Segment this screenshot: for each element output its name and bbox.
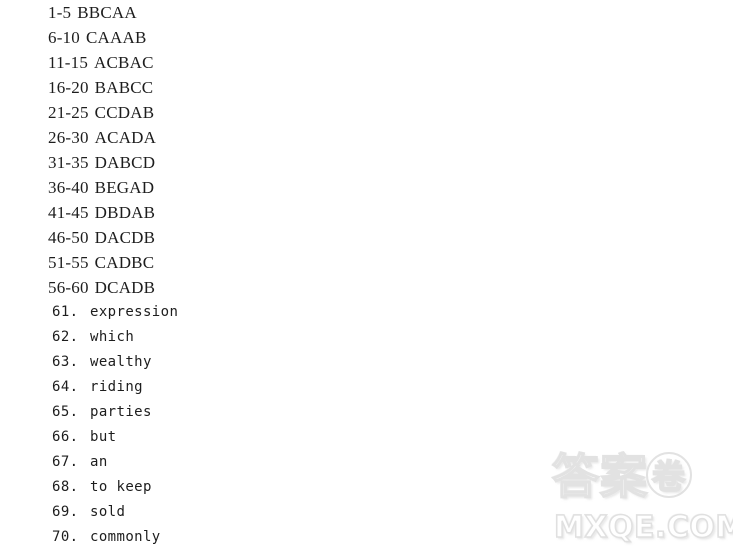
answer-range-letters: ACADA [94,128,157,147]
answer-word-number: 61. [52,304,79,320]
answer-word-number: 70. [52,529,79,545]
answer-row-choice: 51-55 CADBC [48,250,178,275]
watermark-domain-text: MXQE.COM [553,509,733,546]
answer-row-choice: 56-60 DCADB [48,275,178,300]
answer-range-label: 56-60 [48,278,89,297]
answer-row-word: 61. expression [48,300,178,325]
answer-range-letters: ACBAC [94,53,154,72]
answer-range-label: 31-35 [48,153,89,172]
answer-sheet-page: 1-5 BBCAA 6-10 CAAAB 11-15 ACBAC 16-20 BABCC 21-… [0,0,733,560]
watermark-cjk-text: 答案卷 [551,450,692,505]
answer-word-text: to keep [90,479,152,495]
answer-list: 1-5 BBCAA 6-10 CAAAB 11-15 ACBAC 16-20 BABCC 21-… [48,0,178,550]
answer-range-label: 36-40 [48,178,89,197]
answer-range-letters: CCDAB [94,103,155,122]
answer-row-choice: 41-45 DBDAB [48,200,178,225]
answer-range-label: 6-10 [48,28,80,47]
answer-row-word: 62. which [48,325,178,350]
answer-row-word: 70. commonly [48,525,178,550]
answer-range-letters: DCADB [94,278,156,297]
answer-word-number: 67. [52,454,79,470]
answer-row-choice: 16-20 BABCC [48,75,178,100]
answer-row-choice: 46-50 DACDB [48,225,178,250]
answer-word-text: but [90,429,117,445]
answer-range-label: 46-50 [48,228,89,247]
answer-range-label: 1-5 [48,3,72,22]
answer-row-word: 67. an [48,450,178,475]
answer-range-letters: BBCAA [77,3,137,22]
answer-range-label: 16-20 [48,78,89,97]
answer-word-text: wealthy [90,354,152,370]
answer-row-choice: 6-10 CAAAB [48,25,178,50]
answer-row-choice: 26-30 ACADA [48,125,178,150]
answer-row-choice: 31-35 DABCD [48,150,178,175]
answer-row-choice: 1-5 BBCAA [48,0,178,25]
answer-word-text: which [90,329,135,345]
answer-word-number: 66. [52,429,79,445]
answer-word-number: 69. [52,504,79,520]
answer-word-number: 65. [52,404,79,420]
answer-range-label: 26-30 [48,128,89,147]
answer-row-word: 63. wealthy [48,350,178,375]
answer-range-label: 11-15 [48,53,89,72]
answer-row-choice: 36-40 BEGAD [48,175,178,200]
answer-word-text: riding [90,379,143,395]
answer-word-number: 62. [52,329,79,345]
answer-word-text: expression [90,304,179,320]
answer-word-number: 64. [52,379,79,395]
answer-range-label: 51-55 [48,253,89,272]
site-watermark: 答案卷 MXQE.COM [548,450,733,560]
watermark-cjk-chars: 答案 [551,450,648,505]
answer-row-word: 66. but [48,425,178,450]
answer-row-choice: 11-15 ACBAC [48,50,178,75]
answer-range-letters: DACDB [94,228,156,247]
answer-range-letters: CAAAB [85,28,147,47]
answer-word-number: 68. [52,479,79,495]
answer-word-number: 63. [52,354,79,370]
answer-word-text: sold [90,504,126,520]
answer-range-letters: BABCC [94,78,154,97]
answer-range-letters: DBDAB [94,203,156,222]
answer-row-word: 68. to keep [48,475,178,500]
answer-row-word: 64. riding [48,375,178,400]
answer-range-label: 21-25 [48,103,89,122]
answer-row-choice: 21-25 CCDAB [48,100,178,125]
watermark-circled-char: 卷 [646,452,692,498]
answer-row-word: 65. parties [48,400,178,425]
answer-range-letters: CADBC [94,253,155,272]
answer-range-label: 41-45 [48,203,89,222]
answer-row-word: 69. sold [48,500,178,525]
answer-word-text: parties [90,404,152,420]
answer-word-text: commonly [90,529,161,545]
answer-word-text: an [90,454,108,470]
answer-range-letters: DABCD [94,153,156,172]
answer-range-letters: BEGAD [94,178,155,197]
